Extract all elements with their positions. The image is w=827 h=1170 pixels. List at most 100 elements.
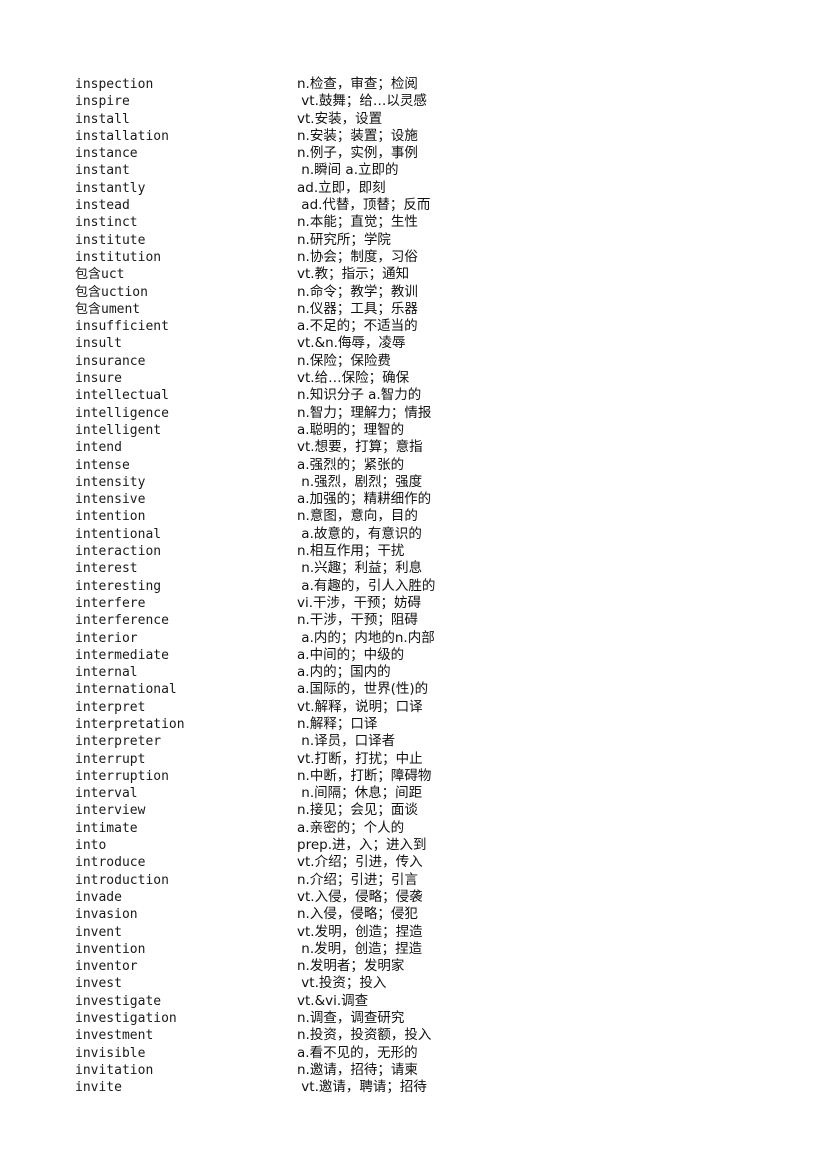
glossary-entry: intense a.强烈的；紧张的: [75, 457, 545, 474]
glossary-entry: institute n.研究所；学院: [75, 232, 545, 249]
glossary-term: interference: [75, 613, 169, 629]
glossary-entry: 包含uct vt.教；指示；通知: [75, 266, 545, 283]
glossary-definition: vt.打断，打扰；中止: [297, 750, 423, 767]
glossary-definition: n.保险；保险费: [297, 352, 391, 369]
glossary-term: investment: [75, 1028, 154, 1044]
glossary-term: instance: [75, 146, 138, 162]
glossary-entry: insufficient a.不足的；不适当的: [75, 318, 545, 335]
glossary-entry: insurance n.保险；保险费: [75, 353, 545, 370]
glossary-term: intense: [75, 457, 130, 473]
glossary-definition: n.仪器；工具；乐器: [297, 300, 418, 317]
glossary-entry: insult vt.&n.侮辱，凌辱: [75, 335, 545, 352]
glossary-entry: interpreter n.译员，口译者: [75, 733, 545, 750]
glossary-entry: interruption n.中断，打断；障碍物: [75, 768, 545, 785]
glossary-definition: n.发明者；发明家: [297, 958, 405, 975]
glossary-definition: vt.入侵，侵略；侵袭: [297, 888, 423, 905]
glossary-definition: a.有趣的，引人入胜的: [297, 577, 436, 594]
glossary-definition: a.国际的，世界(性)的: [297, 681, 429, 698]
glossary-entry: intensive a.加强的；精耕细作的: [75, 491, 545, 508]
glossary-term: inspire: [75, 94, 130, 110]
glossary-term: internal: [75, 665, 138, 681]
glossary-entry: 包含ument n.仪器；工具；乐器: [75, 301, 545, 318]
glossary-definition: vt.介绍；引进，传入: [297, 854, 423, 871]
glossary-entry: interval n.间隔；休息；间距: [75, 785, 545, 802]
glossary-term: interview: [75, 803, 146, 819]
glossary-term: 包含ument: [75, 301, 141, 317]
glossary-term: intend: [75, 440, 122, 456]
glossary-definition: vt.投资；投入: [297, 975, 387, 992]
glossary-term: introduction: [75, 872, 169, 888]
glossary-definition: vt.安装，设置: [297, 110, 383, 127]
glossary-term: insure: [75, 371, 122, 387]
glossary-definition: vt.想要，打算；意指: [297, 439, 423, 456]
glossary-entry: investment n.投资，投资额，投入: [75, 1027, 545, 1044]
glossary-term: instead: [75, 198, 130, 214]
glossary-definition: prep.进，入；进入到: [297, 837, 427, 854]
glossary-entry: insure vt.给…保险；确保: [75, 370, 545, 387]
glossary-definition: n.命令；教学；教训: [297, 283, 418, 300]
glossary-term: intention: [75, 509, 146, 525]
glossary-definition: n.中断，打断；障碍物: [297, 767, 432, 784]
glossary-definition: n.调查，调查研究: [297, 1010, 405, 1027]
glossary-term: interest: [75, 561, 138, 577]
glossary-term: inspection: [75, 77, 154, 92]
glossary-term: interaction: [75, 544, 162, 560]
glossary-definition: n.本能；直觉；生性: [297, 214, 418, 231]
glossary-term: intellectual: [75, 388, 169, 404]
glossary-entry: invisible a.看不见的，无形的: [75, 1045, 545, 1062]
glossary-definition: a.故意的，有意识的: [297, 525, 422, 542]
glossary-term: invest: [75, 976, 122, 992]
glossary-entry: intellectual n.知识分子 a.智力的: [75, 387, 545, 404]
glossary-term: intelligent: [75, 422, 162, 438]
glossary-term: 包含uction: [75, 284, 148, 300]
glossary-definition: n.知识分子 a.智力的: [297, 387, 422, 404]
glossary-definition: vt.邀请，聘请；招待: [297, 1079, 427, 1096]
glossary-entry: invent vt.发明，创造；捏造: [75, 924, 545, 941]
glossary-definition: n.发明，创造；捏造: [297, 940, 423, 957]
glossary-entry: instant n.瞬间 a.立即的: [75, 162, 545, 179]
glossary-definition: n.意图，意向，目的: [297, 508, 418, 525]
glossary-term: international: [75, 682, 177, 698]
glossary-entry: inspection n.检查，审查；检阅: [75, 76, 545, 93]
glossary-entry: interrupt vt.打断，打扰；中止: [75, 751, 545, 768]
glossary-definition: a.加强的；精耕细作的: [297, 491, 432, 508]
glossary-term: insufficient: [75, 319, 169, 335]
page-canvas: inspection n.检查，审查；检阅 inspire vt.鼓舞；给…以灵感 i…: [0, 0, 827, 1170]
glossary-entry: instead ad.代替，顶替；反而: [75, 197, 545, 214]
glossary-definition: a.亲密的；个人的: [297, 819, 405, 836]
glossary-entry: intimate a.亲密的；个人的: [75, 820, 545, 837]
glossary-definition: n.入侵，侵略；侵犯: [297, 906, 418, 923]
glossary-definition: vt.&n.侮辱，凌辱: [297, 335, 406, 352]
glossary-entry: interference n.干涉，干预；阻碍: [75, 612, 545, 629]
glossary-term: institution: [75, 249, 162, 265]
glossary-term: interfere: [75, 595, 146, 611]
glossary-entry: instantly ad.立即，即刻: [75, 180, 545, 197]
glossary-entry: inventor n.发明者；发明家: [75, 958, 545, 975]
glossary-term: into: [75, 838, 107, 854]
glossary-definition: n.兴趣；利益；利息: [297, 560, 423, 577]
glossary-definition: vt.&vi.调查: [297, 992, 369, 1009]
glossary-entry: 包含uction n.命令；教学；教训: [75, 284, 545, 301]
glossary-term: invisible: [75, 1045, 146, 1061]
glossary-definition: n.相互作用；干扰: [297, 543, 405, 560]
glossary-term: intimate: [75, 820, 138, 836]
glossary-entry: intermediate a.中间的；中级的: [75, 647, 545, 664]
glossary-entry: intend vt.想要，打算；意指: [75, 439, 545, 456]
glossary-list: inspection n.检查，审查；检阅 inspire vt.鼓舞；给…以灵感 i…: [75, 76, 545, 1097]
glossary-entry: institution n.协会；制度，习俗: [75, 249, 545, 266]
glossary-entry: intelligence n.智力；理解力；情报: [75, 405, 545, 422]
glossary-definition: n.译员，口译者: [297, 733, 396, 750]
glossary-definition: n.研究所；学院: [297, 231, 391, 248]
glossary-term: install: [75, 111, 130, 127]
glossary-definition: n.强烈，剧烈；强度: [297, 473, 423, 490]
glossary-definition: vt.发明，创造；捏造: [297, 923, 423, 940]
glossary-entry: intentional a.故意的，有意识的: [75, 526, 545, 543]
glossary-definition: a.内的；内地的n.内部: [297, 629, 435, 646]
glossary-entry: interesting a.有趣的，引人入胜的: [75, 578, 545, 595]
glossary-entry: invitation n.邀请，招待；请柬: [75, 1062, 545, 1079]
glossary-term: instant: [75, 163, 130, 179]
glossary-term: 包含uct: [75, 267, 125, 283]
glossary-term: invite: [75, 1080, 122, 1096]
glossary-entry: invention n.发明，创造；捏造: [75, 941, 545, 958]
glossary-entry: installation n.安装；装置；设施: [75, 128, 545, 145]
